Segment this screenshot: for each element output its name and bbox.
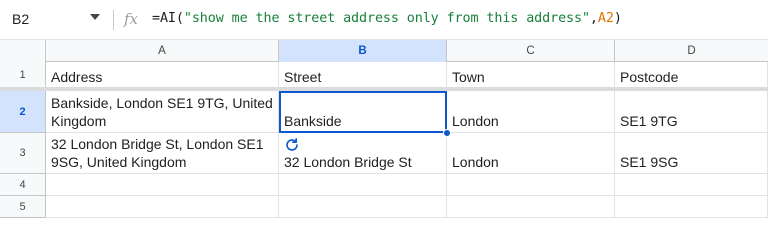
select-all-corner[interactable] bbox=[0, 40, 46, 62]
fx-icon: fx bbox=[124, 10, 139, 28]
formula-cell-ref: A2 bbox=[597, 11, 614, 26]
cell-b3[interactable]: 32 London Bridge St bbox=[279, 133, 447, 174]
cell-a1[interactable]: Address bbox=[46, 62, 279, 89]
cell-a3[interactable]: 32 London Bridge St, London SE1 9SG, Uni… bbox=[46, 133, 279, 174]
row-header-3[interactable]: 3 bbox=[0, 133, 46, 174]
cell-a2[interactable]: Bankside, London SE1 9TG, United Kingdom bbox=[46, 91, 279, 133]
formula-input[interactable]: =AI("show me the street address only fro… bbox=[152, 11, 622, 26]
cell-b1[interactable]: Street bbox=[279, 62, 447, 89]
cell-b2[interactable]: Bankside bbox=[279, 91, 447, 133]
cell-b5[interactable] bbox=[279, 196, 447, 218]
row-header-4[interactable]: 4 bbox=[0, 174, 46, 196]
cell-d2[interactable]: SE1 9TG bbox=[615, 91, 768, 133]
cell-d4[interactable] bbox=[615, 174, 768, 196]
cell-c2[interactable]: London bbox=[447, 91, 615, 133]
cell-c3[interactable]: London bbox=[447, 133, 615, 174]
cell-b4[interactable] bbox=[279, 174, 447, 196]
row-header-5[interactable]: 5 bbox=[0, 196, 46, 218]
name-box[interactable]: B2 bbox=[0, 0, 110, 40]
row-header-2[interactable]: 2 bbox=[0, 91, 46, 133]
cell-d5[interactable] bbox=[615, 196, 768, 218]
formula-comma: , bbox=[589, 11, 598, 26]
column-header-a[interactable]: A bbox=[46, 40, 279, 62]
cell-c5[interactable] bbox=[447, 196, 615, 218]
formula-bar-divider bbox=[113, 10, 114, 30]
row-header-1[interactable]: 1 bbox=[0, 62, 46, 89]
cell-a5[interactable] bbox=[46, 196, 279, 218]
formula-bar: B2 fx =AI("show me the street address on… bbox=[0, 0, 768, 40]
formula-suffix: ) bbox=[613, 11, 622, 26]
formula-string-arg: "show me the street address only from th… bbox=[183, 11, 590, 26]
column-header-b[interactable]: B bbox=[279, 40, 447, 62]
name-box-value[interactable]: B2 bbox=[12, 11, 29, 27]
cell-c4[interactable] bbox=[447, 174, 615, 196]
cell-a4[interactable] bbox=[46, 174, 279, 196]
chevron-down-icon[interactable] bbox=[90, 14, 100, 20]
column-header-d[interactable]: D bbox=[615, 40, 768, 62]
cell-c1[interactable]: Town bbox=[447, 62, 615, 89]
refresh-icon[interactable] bbox=[284, 137, 300, 153]
cell-d3[interactable]: SE1 9SG bbox=[615, 133, 768, 174]
formula-prefix: =AI( bbox=[152, 11, 184, 26]
cell-d1[interactable]: Postcode bbox=[615, 62, 768, 89]
fill-handle[interactable] bbox=[443, 129, 451, 137]
column-header-c[interactable]: C bbox=[447, 40, 615, 62]
